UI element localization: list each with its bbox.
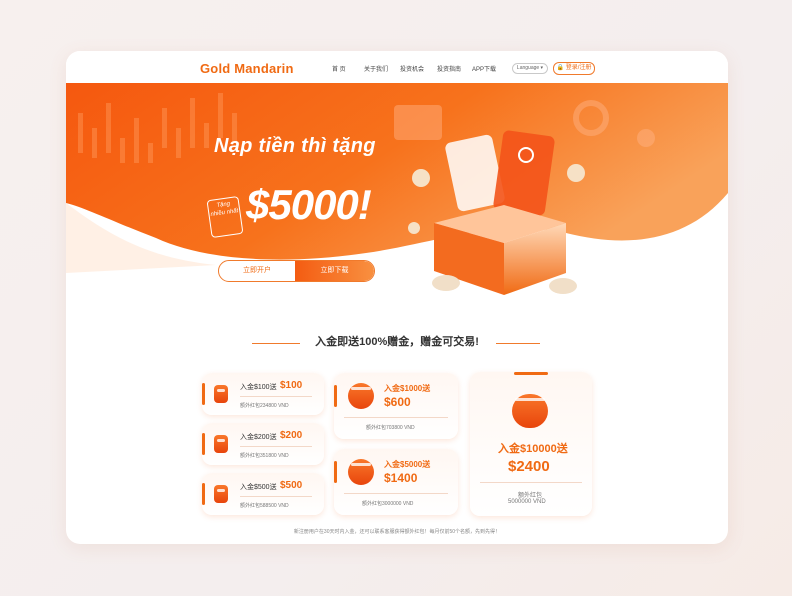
card-top-accent: [514, 372, 548, 375]
card-value: $100: [280, 380, 303, 391]
card-accent: [334, 461, 337, 483]
logo[interactable]: Gold Mandarin: [200, 61, 294, 76]
card-sub: 额外红包3000000 VND: [362, 501, 414, 507]
red-envelope-icon: [214, 435, 228, 453]
hero-banner: Nạp tiền thì tặng Tặng nhiều nhất $5000!: [66, 83, 728, 298]
card-divider: [240, 396, 312, 397]
card-title: 入金$5000送: [384, 460, 431, 469]
card-sub: 额外红包703800 VND: [366, 425, 415, 431]
card-divider: [480, 482, 582, 483]
card-sub: 额外红包: [518, 493, 543, 499]
card-sub-amount: 5000000 VND: [508, 499, 546, 505]
nav-home[interactable]: 首 页: [332, 64, 346, 73]
card-sub: 额外红包351800 VND: [240, 453, 289, 459]
bonus-card-1000[interactable]: 入金$1000送 $600 额外红包703800 VND: [334, 373, 458, 439]
hero-amount: $5000!: [246, 181, 372, 228]
language-label: Language: [516, 65, 540, 71]
card-title: 入金$500送: [240, 484, 277, 491]
download-button[interactable]: 立即下载: [295, 261, 374, 281]
language-select[interactable]: Language ▾: [512, 63, 548, 74]
card-divider: [240, 446, 312, 447]
card-accent: [334, 385, 337, 407]
red-envelope-icon: [348, 383, 374, 409]
nav-guide[interactable]: 投资指南: [437, 64, 461, 73]
card-value: $1400: [384, 471, 418, 485]
red-envelope-icon: [214, 485, 228, 503]
red-envelope-icon: [512, 394, 548, 428]
bonus-card-5000[interactable]: 入金$5000送 $1400 额外红包3000000 VND: [334, 449, 458, 515]
card-divider: [344, 417, 448, 418]
bonus-card-500[interactable]: 入金$500送 $500 额外红包588500 VND: [202, 473, 324, 515]
header: Gold Mandarin 首 页 关于我们 投资机会 投资指南 APP下载 L…: [66, 51, 728, 84]
card-sub: 额外红包234800 VND: [240, 403, 289, 409]
bonus-card-100[interactable]: 入金$100送 $100 额外红包234800 VND: [202, 373, 324, 415]
card-value: $200: [280, 430, 303, 441]
card-title: 入金$100送: [240, 384, 277, 391]
card-title: 入金$10000送: [498, 443, 568, 455]
card-value: $600: [384, 395, 411, 409]
red-envelope-icon: [214, 385, 228, 403]
section-line-right: [496, 343, 540, 344]
nav-opportunity[interactable]: 投资机会: [400, 64, 424, 73]
card-divider: [240, 496, 312, 497]
section-title: 入金即送100%赠金，赠金可交易!: [315, 336, 479, 348]
card-divider: [344, 493, 448, 494]
open-account-button[interactable]: 立即开户: [219, 261, 295, 281]
card-value: $2400: [508, 458, 550, 475]
bonus-card-200[interactable]: 入金$200送 $200 额外红包351800 VND: [202, 423, 324, 465]
card-title: 入金$1000送: [384, 384, 431, 393]
hero-tag: Tặng nhiều nhất: [206, 195, 244, 239]
footnote: 新注册用户在30天时内入金，还可以联系客服获得额外红包！每月仅前50个名额，先到…: [293, 529, 501, 535]
nav-about[interactable]: 关于我们: [364, 64, 388, 73]
cta-group: 立即开户 立即下载: [218, 260, 375, 282]
browser-frame: Gold Mandarin 首 页 关于我们 投资机会 投资指南 APP下载 L…: [66, 51, 728, 544]
hero-background: [66, 83, 728, 295]
card-sub: 额外红包588500 VND: [240, 503, 289, 509]
hero-headline: Nạp tiền thì tặng: [214, 135, 376, 157]
red-envelope-icon: [348, 459, 374, 485]
login-label: 登录/注册: [565, 65, 592, 71]
card-title: 入金$200送: [240, 434, 277, 441]
bonus-card-10000[interactable]: 入金$10000送 $2400 额外红包 5000000 VND: [470, 372, 592, 516]
card-accent: [202, 433, 205, 455]
card-accent: [202, 483, 205, 505]
login-button[interactable]: 🔒 登录/注册: [553, 62, 595, 75]
nav-app-download[interactable]: APP下载: [472, 64, 496, 73]
card-accent: [202, 383, 205, 405]
card-value: $500: [280, 480, 303, 491]
